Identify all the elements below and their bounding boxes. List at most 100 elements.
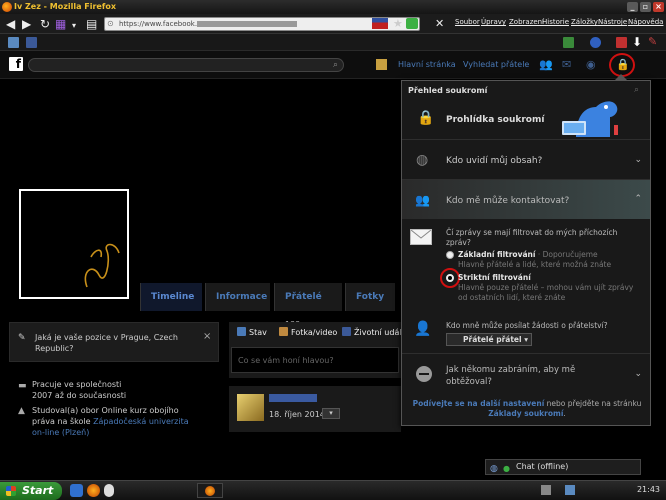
profile-picture[interactable]: [19, 189, 129, 299]
work-line2: 2007 až do současnosti: [32, 391, 127, 400]
firefox-quicklaunch-icon[interactable]: [87, 484, 100, 497]
window-titlebar: Iv Zez - Mozilla Firefox _ ▫ ×: [0, 0, 666, 14]
chat-bar[interactable]: ◍ ● Chat (offline): [485, 459, 641, 475]
window-title: Iv Zez - Mozilla Firefox: [14, 2, 116, 11]
post-date[interactable]: 18. říjen 2014: [269, 410, 325, 419]
timeline-post: 18. říjen 2014 ▾: [229, 386, 401, 432]
extension-icon[interactable]: [590, 37, 601, 48]
facebook-search-input[interactable]: ⌕: [28, 58, 344, 72]
nav-toolbar: ◀ ▶ ↻ ▦ ▾ ▤ https://www.facebook.com/ ⊙ …: [0, 14, 666, 34]
addon-green-icon[interactable]: [406, 18, 418, 29]
envelope-icon: [410, 229, 432, 245]
basic-filter-option[interactable]: Základní filtrování · Doporučujeme Hlavně…: [458, 250, 638, 270]
search-icon[interactable]: ⌕: [333, 60, 338, 70]
start-button[interactable]: Start: [0, 482, 62, 500]
minimize-icon[interactable]: _: [627, 2, 638, 12]
search-icon[interactable]: ⌕: [634, 85, 639, 95]
bookmark-icon[interactable]: [8, 37, 19, 48]
menu-tools[interactable]: Nástroje: [598, 18, 627, 26]
pencil-icon: ✎: [18, 333, 26, 343]
tab-timeline[interactable]: Timeline: [140, 283, 202, 311]
who-sees-label: Kdo uvidí můj obsah?: [446, 156, 543, 166]
back-icon[interactable]: ◀: [6, 17, 15, 31]
friend-req-dropdown[interactable]: Přátelé přátel ▾: [446, 333, 532, 346]
basic-filter-radio[interactable]: [446, 251, 454, 259]
privacy-checkup-row[interactable]: 🔒 Prohlídka soukromí: [402, 97, 650, 139]
page-icon[interactable]: ▤: [86, 17, 97, 31]
apps-icon[interactable]: ▦: [55, 17, 66, 31]
tab-life-event[interactable]: Životní udál: [342, 327, 401, 337]
envelope-flap: [410, 229, 432, 239]
facebook-bar: f ⌕ Hlavní stránka Vyhledat přátele 👥 ✉ …: [0, 51, 666, 79]
flag-icon[interactable]: [372, 18, 388, 29]
status-input[interactable]: Co se vám honí hlavou?: [231, 347, 399, 373]
tray-network-icon[interactable]: [541, 485, 551, 495]
job-question[interactable]: Jaká je vaše pozice v Prague, Czech Repu…: [35, 332, 195, 354]
profile-avatar[interactable]: [376, 59, 387, 70]
chevron-down-icon[interactable]: ⌄: [634, 155, 642, 165]
facebook-bookmark-icon[interactable]: [26, 37, 37, 48]
maximize-icon[interactable]: ▫: [640, 2, 651, 12]
globe-icon: ◍: [416, 152, 429, 168]
more-settings-link[interactable]: Podívejte se na další nastavení: [413, 399, 545, 408]
firefox-icon: [205, 486, 215, 496]
privacy-basics-link[interactable]: Základy soukromí: [488, 409, 563, 418]
star-icon[interactable]: ★: [393, 17, 403, 30]
tab-fotky[interactable]: Fotky: [345, 283, 395, 311]
signature-drawing: [84, 243, 120, 288]
menu-edit[interactable]: Úpravy: [481, 18, 506, 26]
briefcase-icon: ▬: [18, 381, 27, 391]
audience-icon[interactable]: ▾: [322, 408, 340, 419]
privacy-footer: Podívejte se na další nastavení nebo pře…: [412, 399, 642, 418]
home-link[interactable]: Hlavní stránka: [398, 60, 456, 69]
post-author-mask[interactable]: [269, 394, 317, 402]
friend-requests-icon[interactable]: 👥: [539, 58, 553, 71]
dropdown-icon[interactable]: ▾: [72, 19, 76, 33]
tab-photo-video[interactable]: Fotka/video: [279, 327, 337, 337]
facebook-logo-icon[interactable]: f: [9, 57, 23, 71]
friend-req-question: Kdo mně může posílat žádosti o přátelstv…: [446, 321, 608, 330]
stop-bothering-label: Jak někomu zabráním, aby mě obtěžoval?: [446, 365, 576, 387]
chevron-up-icon[interactable]: ⌃: [634, 194, 642, 204]
menu-help[interactable]: Nápověda: [628, 18, 663, 26]
chat-status-icon: ●: [503, 464, 510, 473]
tab-pratele[interactable]: Přátelé 133: [274, 283, 342, 329]
menu-view[interactable]: Zobrazení: [509, 18, 544, 26]
dinosaur-illustration: [562, 101, 618, 137]
close-icon[interactable]: ×: [203, 331, 211, 342]
tab-status[interactable]: Stav: [237, 327, 267, 337]
tray-monitor-icon[interactable]: [565, 485, 575, 495]
who-contacts-row[interactable]: 👥 Kdo mě může kontaktovat? ⌃: [402, 179, 650, 219]
privacy-checkup-label: Prohlídka soukromí: [446, 115, 545, 125]
forward-icon[interactable]: ▶: [22, 17, 31, 31]
menu-bookmarks[interactable]: Záložky: [571, 18, 598, 26]
who-contacts-label: Kdo mě může kontaktovat?: [446, 196, 570, 206]
study-text: Studoval(a) obor Online kurz obojího prá…: [32, 406, 189, 437]
post-thumbnail[interactable]: [237, 394, 264, 421]
download-icon[interactable]: ⬇: [632, 35, 642, 49]
chevron-down-icon[interactable]: ⌄: [634, 369, 642, 379]
tab-informace[interactable]: Informace: [205, 283, 270, 311]
privacy-flyout: Přehled soukromí ⌕ 🔒 Prohlídka soukromí …: [401, 74, 651, 426]
messages-icon[interactable]: ✉: [562, 58, 571, 71]
site-icon: ⊙: [107, 19, 114, 28]
find-friends-link[interactable]: Vyhledat přátele: [463, 60, 529, 69]
tools-icon[interactable]: ✎: [648, 35, 657, 48]
firefox-task-button[interactable]: [197, 483, 223, 498]
strict-filter-option[interactable]: Striktní filtrování Hlavně pouze přátelé …: [458, 273, 638, 303]
history-icon[interactable]: ↻: [40, 17, 50, 31]
media-quicklaunch-icon[interactable]: [104, 484, 114, 497]
close-window-icon[interactable]: ×: [653, 2, 664, 12]
ie-quicklaunch-icon[interactable]: [70, 484, 83, 497]
stop-icon[interactable]: ✕: [435, 17, 444, 30]
menu-file[interactable]: Soubor: [455, 18, 480, 26]
windows-logo-icon: [6, 486, 16, 496]
stop-bothering-row[interactable]: Jak někomu zabráním, aby mě obtěžoval? ⌄: [402, 353, 650, 395]
addon-icon[interactable]: [563, 37, 574, 48]
alert-icon[interactable]: [616, 37, 627, 48]
education-icon: ▲: [18, 406, 25, 416]
menu-history[interactable]: Historie: [542, 18, 569, 26]
taskbar: Start 21:43: [0, 480, 666, 500]
who-sees-row[interactable]: ◍ Kdo uvidí můj obsah? ⌄: [402, 139, 650, 179]
notifications-icon[interactable]: ◉: [586, 58, 596, 71]
